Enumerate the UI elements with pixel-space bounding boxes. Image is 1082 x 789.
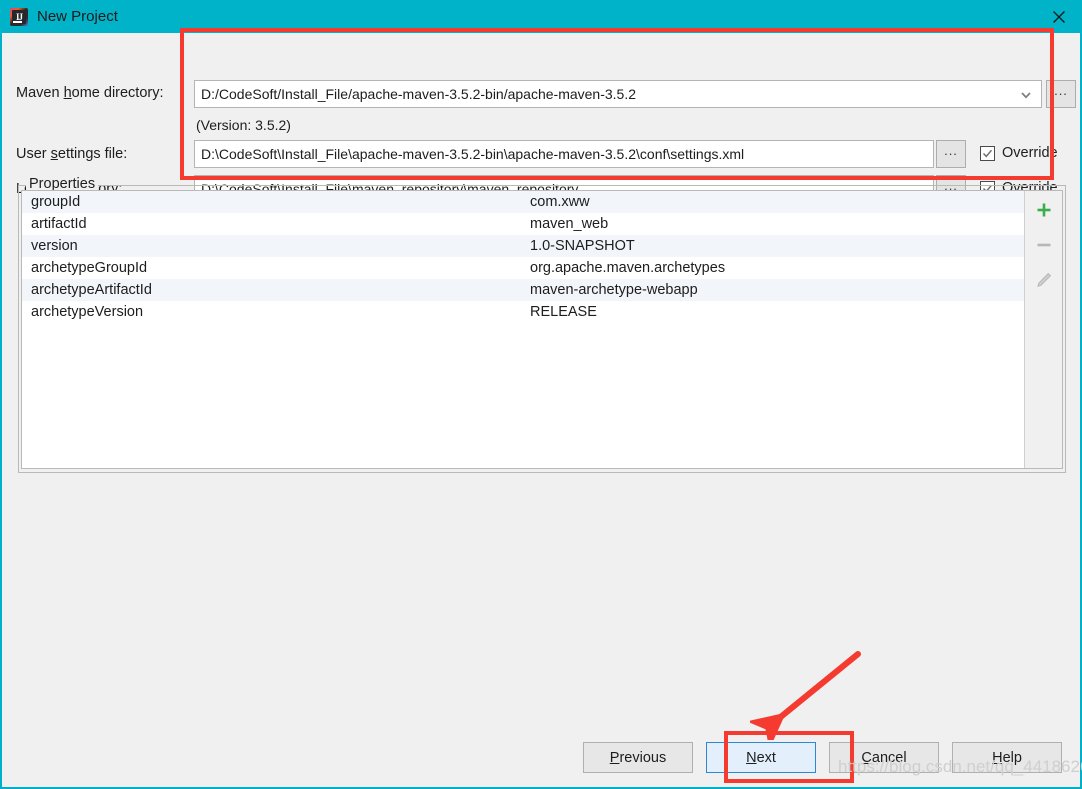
properties-toolbar	[1024, 191, 1062, 468]
cancel-button[interactable]: Cancel	[829, 742, 939, 773]
property-name: artifactId	[31, 216, 87, 232]
properties-table[interactable]: groupId com.xww artifactId maven_web ver…	[22, 191, 1024, 468]
property-value: RELEASE	[530, 304, 597, 320]
user-settings-input[interactable]: D:\CodeSoft\Install_File\apache-maven-3.…	[194, 140, 934, 168]
window-title: New Project	[37, 8, 118, 25]
property-value: maven_web	[530, 216, 609, 232]
properties-group: Properties groupId com.xww artifactId ma…	[18, 176, 1066, 473]
user-settings-label: User settings file:	[16, 146, 128, 162]
previous-button[interactable]: Previous	[583, 742, 693, 773]
table-row[interactable]: archetypeGroupId org.apache.maven.archet…	[22, 257, 1024, 279]
user-settings-browse-button[interactable]: ...	[936, 140, 966, 168]
property-value: com.xww	[530, 194, 590, 210]
maven-home-value: D:/CodeSoft/Install_File/apache-maven-3.…	[201, 86, 637, 102]
close-icon[interactable]	[1036, 0, 1082, 33]
user-settings-override-label: Override	[1002, 145, 1058, 161]
dialog-buttons: Previous Next Cancel Help	[2, 742, 1076, 773]
property-name: groupId	[31, 194, 81, 210]
minus-icon	[1034, 235, 1054, 255]
table-row[interactable]: archetypeVersion RELEASE	[22, 301, 1024, 323]
pencil-icon	[1034, 270, 1054, 290]
table-row[interactable]: artifactId maven_web	[22, 213, 1024, 235]
property-name: archetypeVersion	[31, 304, 144, 320]
maven-settings-form: Maven home directory: D:/CodeSoft/Instal…	[2, 33, 1080, 203]
chevron-down-icon[interactable]	[1020, 88, 1032, 100]
maven-home-combo[interactable]: D:/CodeSoft/Install_File/apache-maven-3.…	[194, 80, 1042, 108]
maven-home-browse-button[interactable]: ...	[1046, 80, 1076, 108]
maven-home-label: Maven home directory:	[16, 85, 164, 101]
checkbox-checked-icon	[980, 145, 995, 161]
table-row[interactable]: archetypeArtifactId maven-archetype-weba…	[22, 279, 1024, 301]
plus-icon[interactable]	[1034, 200, 1054, 220]
user-settings-override-checkbox[interactable]: Override	[980, 145, 1058, 161]
new-project-dialog: IJ New Project Maven home directory: D:/…	[0, 0, 1082, 789]
property-value: maven-archetype-webapp	[530, 282, 698, 298]
property-name: archetypeArtifactId	[31, 282, 152, 298]
help-button[interactable]: Help	[952, 742, 1062, 773]
user-settings-value: D:\CodeSoft\Install_File\apache-maven-3.…	[201, 146, 745, 162]
intellij-idea-icon: IJ	[10, 7, 28, 26]
annotation-arrow	[750, 651, 861, 740]
maven-version-note: (Version: 3.5.2)	[196, 117, 291, 133]
property-name: version	[31, 238, 78, 254]
property-name: archetypeGroupId	[31, 260, 148, 276]
property-value: 1.0-SNAPSHOT	[530, 238, 635, 254]
titlebar: IJ New Project	[0, 0, 1082, 33]
next-button[interactable]: Next	[706, 742, 816, 773]
property-value: org.apache.maven.archetypes	[530, 260, 726, 276]
table-row[interactable]: groupId com.xww	[22, 191, 1024, 213]
table-row[interactable]: version 1.0-SNAPSHOT	[22, 235, 1024, 257]
